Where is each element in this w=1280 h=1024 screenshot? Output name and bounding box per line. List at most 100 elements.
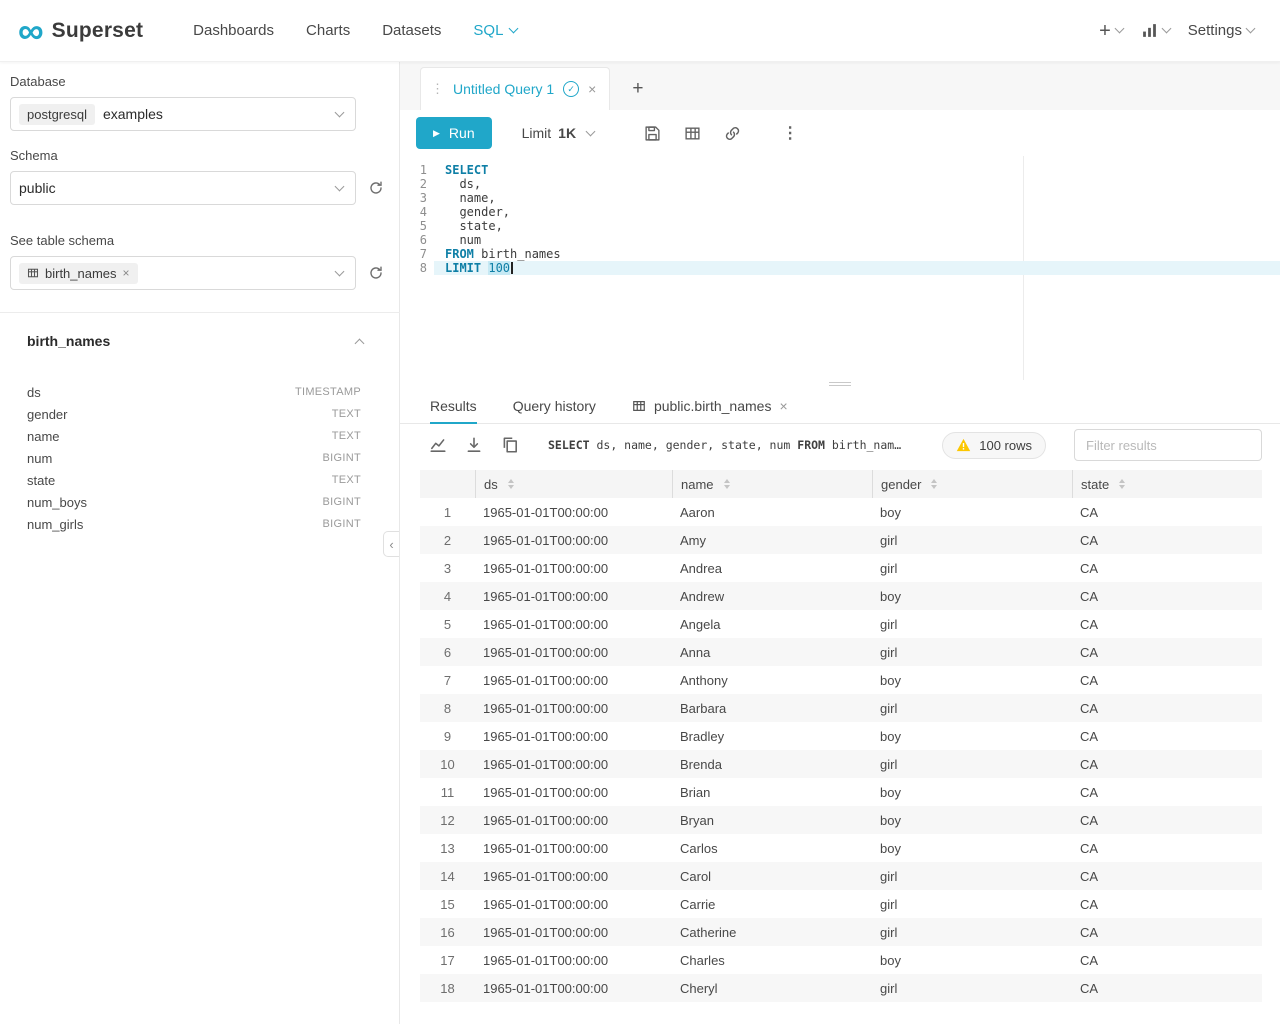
column-header-label: ds [484, 477, 498, 492]
sort-desc-icon [724, 485, 730, 489]
cell-name: Andrew [672, 589, 872, 604]
explore-chart-button[interactable] [424, 431, 452, 459]
row-number-header [420, 470, 475, 498]
close-icon[interactable]: × [779, 398, 787, 414]
cell-name: Anna [672, 645, 872, 660]
save-query-button[interactable] [632, 117, 672, 149]
editor-code[interactable]: SELECT ds, name, gender, state, numFROM … [434, 163, 1280, 380]
share-query-button[interactable] [712, 117, 752, 149]
cell-ds: 1965-01-01T00:00:00 [475, 589, 672, 604]
bar-chart-icon [1141, 22, 1158, 39]
chevron-up-icon [355, 338, 365, 348]
table-row: 101965-01-01T00:00:00BrendagirlCA [420, 750, 1262, 778]
column-type: BIGINT [323, 496, 361, 508]
download-csv-button[interactable] [460, 431, 488, 459]
column-header-gender[interactable]: gender [872, 470, 1072, 498]
close-icon[interactable]: × [588, 81, 596, 97]
table-icon [632, 399, 646, 413]
table-select[interactable]: birth_names × [10, 256, 356, 290]
more-options-button[interactable]: ⋮ [774, 123, 806, 143]
new-item-dropdown[interactable]: + [1099, 23, 1123, 39]
limit-dropdown[interactable]: Limit 1K [522, 125, 594, 141]
schema-select[interactable]: public [10, 171, 356, 205]
filter-results-input[interactable] [1074, 429, 1262, 461]
settings-menu[interactable]: Settings [1188, 22, 1254, 39]
cell-row-number: 9 [420, 729, 475, 744]
render-table-button[interactable] [672, 117, 712, 149]
line-number: 3 [400, 191, 427, 205]
refresh-tables-button[interactable] [366, 263, 386, 283]
table-column-row: dsTIMESTAMP [10, 381, 389, 403]
table-row: 161965-01-01T00:00:00CatherinegirlCA [420, 918, 1262, 946]
cell-state: CA [1072, 841, 1262, 856]
column-header-label: name [681, 477, 714, 492]
table-panel-header[interactable]: birth_names [10, 313, 389, 349]
table-row: 31965-01-01T00:00:00AndreagirlCA [420, 554, 1262, 582]
cell-ds: 1965-01-01T00:00:00 [475, 785, 672, 800]
cell-gender: boy [872, 841, 1072, 856]
table-column-row: num_girlsBIGINT [10, 513, 389, 535]
column-header-state[interactable]: state [1072, 470, 1262, 498]
collapse-sidebar-button[interactable]: ‹ [383, 531, 399, 557]
query-tab[interactable]: ⋮ Untitled Query 1 ✓ × [420, 67, 610, 110]
tab-query-history[interactable]: Query history [513, 388, 596, 423]
line-chart-icon [429, 436, 447, 454]
copy-to-clipboard-button[interactable] [496, 431, 524, 459]
code-line: FROM birth_names [434, 247, 1280, 261]
column-name: ds [27, 385, 41, 400]
sql-editor[interactable]: 12345678 SELECT ds, name, gender, state,… [400, 156, 1280, 380]
cell-gender: boy [872, 813, 1072, 828]
chevron-down-icon [335, 181, 345, 191]
tab-query-history-label: Query history [513, 398, 596, 414]
refresh-schemas-button[interactable] [366, 178, 386, 198]
column-header-ds[interactable]: ds [475, 470, 672, 498]
play-icon: ▶ [433, 128, 440, 139]
cell-name: Carol [672, 869, 872, 884]
nav-item-sql[interactable]: SQL [457, 0, 533, 61]
cell-ds: 1965-01-01T00:00:00 [475, 505, 672, 520]
cell-name: Brenda [672, 757, 872, 772]
superset-logo[interactable]: ∞ Superset [18, 16, 143, 46]
cell-state: CA [1072, 757, 1262, 772]
cell-state: CA [1072, 645, 1262, 660]
table-row: 141965-01-01T00:00:00CarolgirlCA [420, 862, 1262, 890]
cell-name: Carlos [672, 841, 872, 856]
column-header-name[interactable]: name [672, 470, 872, 498]
query-tab-label: Untitled Query 1 [453, 81, 554, 97]
close-icon[interactable]: × [123, 266, 130, 280]
nav-item-dashboards[interactable]: Dashboards [177, 0, 290, 61]
cell-row-number: 10 [420, 757, 475, 772]
cell-row-number: 13 [420, 841, 475, 856]
run-button[interactable]: ▶ Run [416, 117, 492, 149]
line-number: 6 [400, 233, 427, 247]
brand-name: Superset [52, 19, 143, 43]
tab-results[interactable]: Results [430, 388, 477, 423]
code-line: num [434, 233, 1280, 247]
cell-name: Catherine [672, 925, 872, 940]
panel-resize-handle[interactable] [400, 380, 1280, 388]
chevron-down-icon [335, 266, 345, 276]
sort-desc-icon [1119, 485, 1125, 489]
tab-table-preview[interactable]: public.birth_names × [632, 388, 788, 423]
chevron-down-icon [1114, 24, 1124, 34]
cell-row-number: 1 [420, 505, 475, 520]
table-schema-label: See table schema [10, 233, 389, 248]
sql-token: 100 [488, 261, 510, 275]
new-query-tab-button[interactable]: + [632, 79, 643, 98]
cell-state: CA [1072, 589, 1262, 604]
query-tabbar: ⋮ Untitled Query 1 ✓ × + [400, 62, 1280, 110]
sort-desc-icon [508, 485, 514, 489]
cell-name: Anthony [672, 673, 872, 688]
cell-name: Bryan [672, 813, 872, 828]
sqllab-main: ⋮ Untitled Query 1 ✓ × + ▶ Run Limit 1K [400, 62, 1280, 1024]
cell-gender: girl [872, 981, 1072, 996]
nav-item-charts[interactable]: Charts [290, 0, 366, 61]
nav-item-datasets[interactable]: Datasets [366, 0, 457, 61]
cell-ds: 1965-01-01T00:00:00 [475, 617, 672, 632]
alerts-reports-dropdown[interactable] [1141, 22, 1170, 39]
results-table: dsnamegenderstate 11965-01-01T00:00:00Aa… [420, 470, 1262, 1024]
cell-name: Bradley [672, 729, 872, 744]
sql-token: SELECT [445, 163, 488, 177]
table-row: 61965-01-01T00:00:00AnnagirlCA [420, 638, 1262, 666]
database-select[interactable]: postgresql examples [10, 97, 356, 131]
